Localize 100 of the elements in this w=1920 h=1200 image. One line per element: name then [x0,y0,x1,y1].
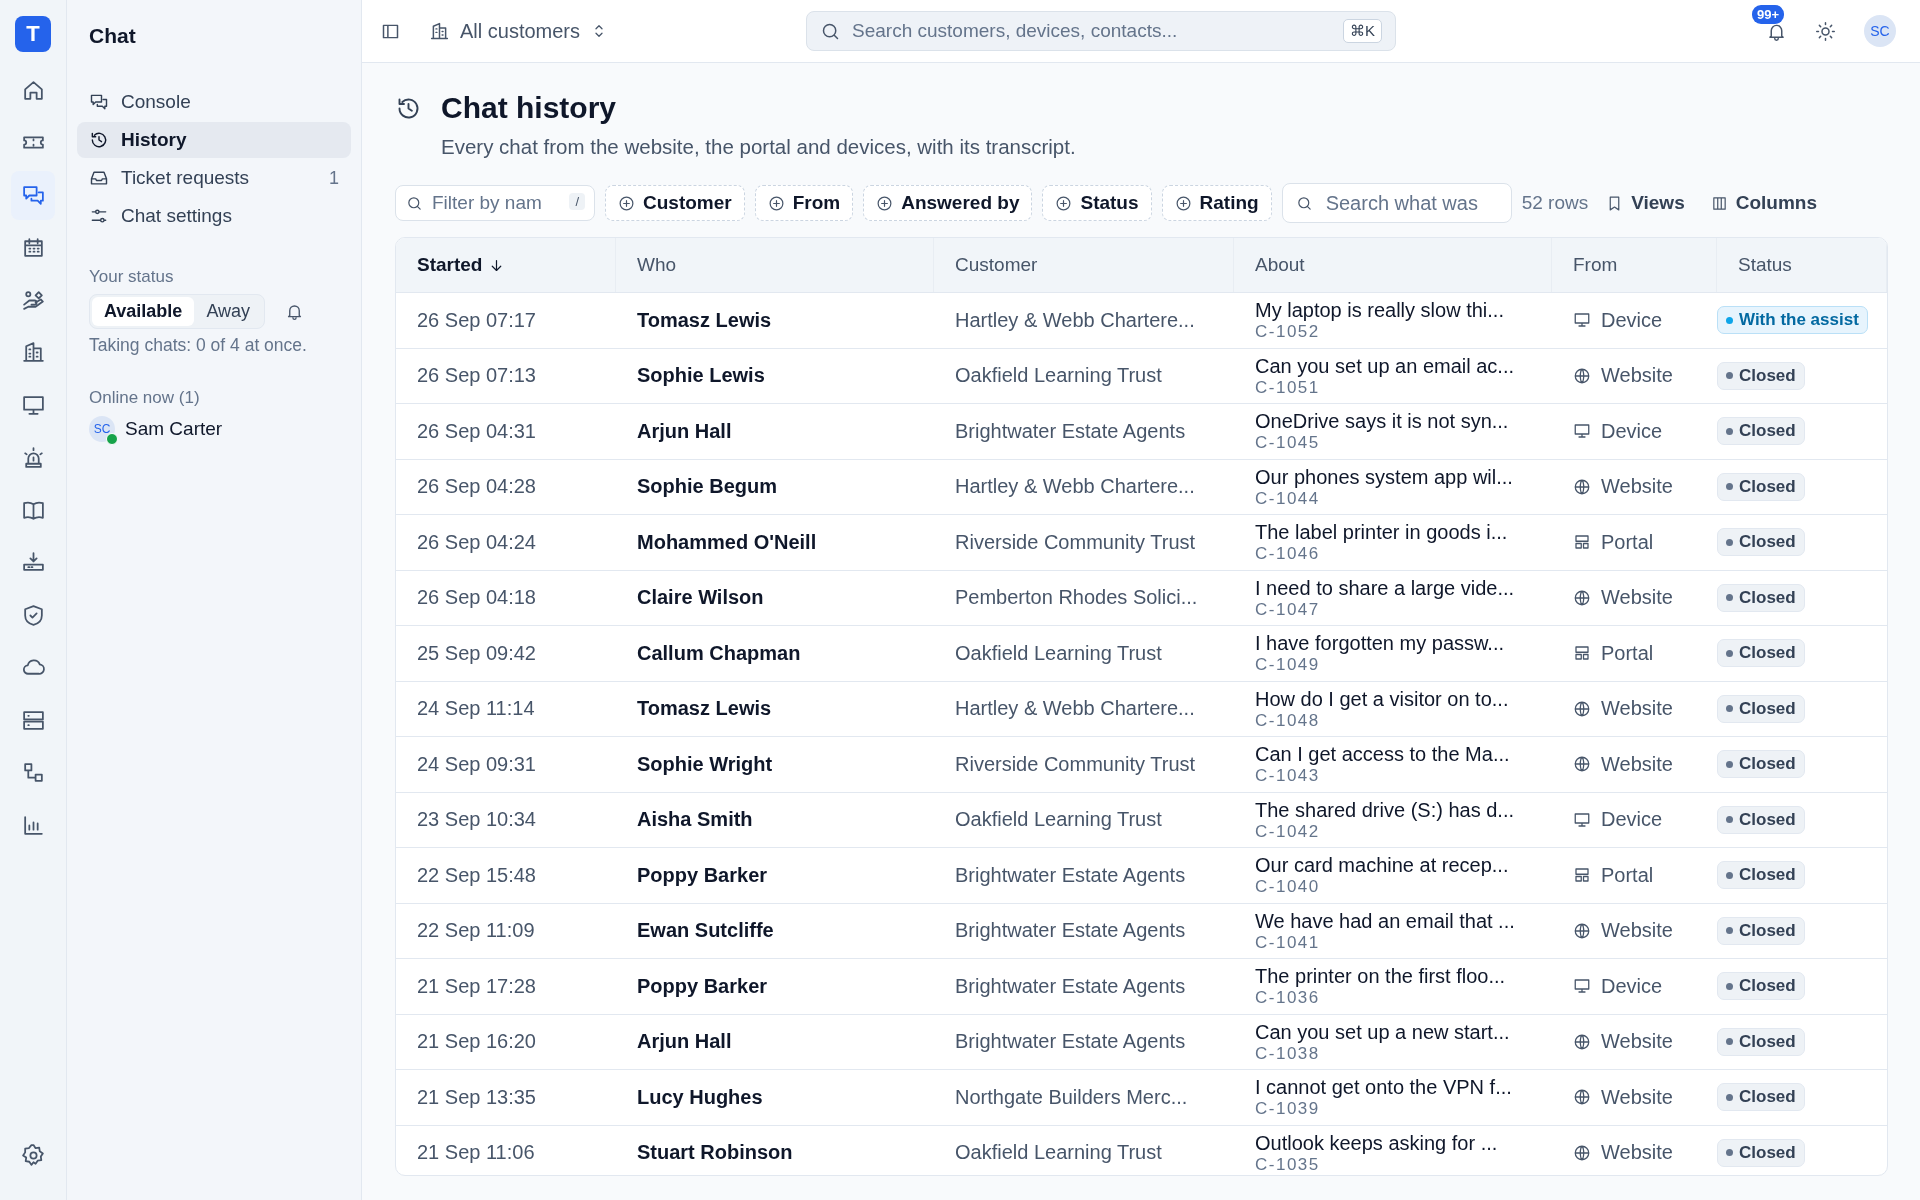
shortcut-key: ⌘K [1343,19,1383,43]
table-row[interactable]: 26 Sep 04:31 Arjun Hall Brightwater Estate Agents OneDrive says it is not syn... C-1045 Device Closed [396,404,1887,460]
chat-id: C-1047 [1255,599,1320,619]
table-cell-text: Hartley & Webb Chartere... [954,696,1196,722]
chat-id: C-1049 [1255,655,1320,675]
column-header[interactable]: Who [616,238,934,292]
table-row[interactable]: 22 Sep 11:09 Ewan Sutcliffe Brightwater Estate Agents We have had an email that ... C-1041 Website Closed [396,903,1887,959]
row-count: 52 rows [1521,192,1589,214]
sidebar-title: Chat [88,24,137,48]
source-label: Portal [1601,863,1654,887]
table-row[interactable]: 21 Sep 13:35 Lucy Hughes Northgate Builders Merc... I cannot get onto the VPN f... C-1039 Website Closed [396,1070,1887,1126]
chat-topic: Our card machine at recep... [1255,854,1509,878]
filter-chip[interactable]: Customer [605,185,745,221]
table-cell-text: 26 Sep 04:31 [416,418,537,444]
filter-chip[interactable]: Rating [1161,185,1272,221]
table-cell-text: Riverside Community Trust [954,751,1197,777]
user-avatar[interactable]: SC [1864,15,1896,47]
table-cell-text: 25 Sep 09:42 [416,640,537,666]
table-cell-text: Sophie Wright [636,751,774,777]
table-cell-text: 23 Sep 10:34 [416,807,537,833]
source-label: Website [1601,919,1673,943]
source-label: Device [1601,419,1663,443]
table-cell-text: Claire Wilson [636,585,765,611]
customer-scope-select[interactable]: All customers [423,18,615,44]
table-row[interactable]: 21 Sep 16:20 Arjun Hall Brightwater Estate Agents Can you set up a new start... C-1038 Website Closed [396,1014,1887,1070]
table-row[interactable]: 23 Sep 10:34 Aisha Smith Oakfield Learning Trust The shared drive (S:) has d... C-1042 Device Closed [396,792,1887,848]
sun-icon[interactable] [1815,20,1836,42]
source-label: Website [1601,752,1673,776]
table-cell-text: Lucy Hughes [636,1084,764,1110]
table-cell-text: Pemberton Rhodes Solici... [954,585,1199,611]
nav-icon [89,168,109,188]
table-cell-text: Riverside Community Trust [954,529,1197,555]
online-user[interactable]: SC Sam Carter [89,416,351,442]
source-label: Website [1601,1085,1673,1109]
source-label: Website [1601,1030,1673,1054]
chat-topic: I need to share a large vide... [1255,576,1515,600]
columns-button[interactable]: Columns [1702,192,1825,214]
notification-badge: 99+ [1752,4,1785,24]
columns-icon [1710,194,1728,212]
table-row[interactable]: 24 Sep 11:14 Tomasz Lewis Hartley & Webb Chartere... How do I get a visitor on to... C-1048 Website Closed [396,681,1887,737]
source-label: Website [1601,1141,1673,1165]
filter-chip[interactable]: Answered by [863,185,1033,221]
source-label: Device [1601,308,1663,332]
status-option[interactable]: Available [92,297,195,326]
chat-topic: The label printer in goods i... [1255,521,1508,545]
table-cell-text: Callum Chapman [636,640,802,666]
table-cell-text: Oakfield Learning Trust [954,807,1163,833]
table-cell-text: Sophie Begum [636,474,778,500]
table-row[interactable]: 26 Sep 04:24 Mohammed O'Neill Riverside Community Trust The label printer in goods i... C-1046 Portal Closed [396,515,1887,571]
filter-chip[interactable]: From [754,185,854,221]
column-header[interactable]: About [1234,238,1552,292]
table-row[interactable]: 22 Sep 15:48 Poppy Barker Brightwater Estate Agents Our card machine at recep... C-1040 Portal Closed [396,848,1887,904]
chat-id: C-1045 [1255,433,1320,453]
status-badge: Closed [1717,528,1805,557]
table-row[interactable]: 26 Sep 07:17 Tomasz Lewis Hartley & Webb Chartere... My laptop is really slow thi... C-1052 Device With the assist [396,293,1887,349]
table-cell-text: Oakfield Learning Trust [954,640,1163,666]
views-button[interactable]: Views [1598,192,1693,214]
table-row[interactable]: 26 Sep 07:13 Sophie Lewis Oakfield Learning Trust Can you set up an email ac... C-1051 Website Closed [396,348,1887,404]
status-badge: Closed [1717,861,1805,890]
app-logo[interactable]: T [15,16,51,52]
transcript-search-field[interactable]: Search what was [1281,183,1512,223]
sidebar-item[interactable]: Console [77,84,351,120]
item-count: 1 [329,167,339,189]
status-badge: Closed [1717,750,1805,779]
column-header[interactable]: Status [1717,238,1887,292]
chat-topic: The shared drive (S:) has d... [1255,798,1514,822]
column-header[interactable]: From [1552,238,1717,292]
table-row[interactable]: 26 Sep 04:18 Claire Wilson Pemberton Rhodes Solici... I need to share a large vide... C-1047 Website Closed [396,570,1887,626]
sidebar-item[interactable]: Chat settings [77,198,351,234]
table-row[interactable]: 24 Sep 09:31 Sophie Wright Riverside Community Trust Can I get access to the Ma... C-1043 Website Closed [396,737,1887,793]
nav-icon [89,130,109,150]
table-row[interactable]: 25 Sep 09:42 Callum Chapman Oakfield Learning Trust I have forgotten my passw... C-1049 Portal Closed [396,626,1887,682]
chat-id: C-1036 [1255,988,1320,1008]
chat-id: C-1051 [1255,377,1320,397]
column-header[interactable]: Started [396,238,616,292]
column-header[interactable]: Customer [934,238,1234,292]
table-row[interactable]: 21 Sep 17:28 Poppy Barker Brightwater Estate Agents The printer on the first floo... C-1036 Device Closed [396,959,1887,1015]
table-row[interactable]: 26 Sep 04:28 Sophie Begum Hartley & Webb Chartere... Our phones system app wil... C-1044 Website Closed [396,459,1887,515]
filter-chip[interactable]: Status [1042,185,1152,221]
table-cell-text: 26 Sep 07:13 [416,363,537,389]
table-cell-text: Stuart Robinson [636,1140,794,1166]
table-cell-text: Oakfield Learning Trust [954,363,1163,389]
source-label: Device [1601,808,1663,832]
chat-id: C-1040 [1255,877,1320,897]
table-cell-text: Tomasz Lewis [636,307,773,333]
nav-icon [89,92,109,112]
table-cell-text: Brightwater Estate Agents [954,973,1187,999]
section-label: Online now (1) [89,388,201,408]
sidebar-item[interactable]: History [77,122,351,158]
table-row[interactable]: 21 Sep 11:06 Stuart Robinson Oakfield Learning Trust Outlook keeps asking for ... C-1035 Website Closed [396,1125,1887,1175]
source-label: Device [1601,974,1663,998]
chat-icon[interactable] [11,171,55,220]
table-cell-text: 21 Sep 16:20 [416,1029,537,1055]
chat-topic: OneDrive says it is not syn... [1255,410,1509,434]
source-label: Portal [1601,641,1654,665]
table-cell-text: 26 Sep 04:28 [416,474,537,500]
status-option[interactable]: Away [194,297,263,326]
chat-id: C-1043 [1255,766,1320,786]
table-cell-text: Poppy Barker [636,973,769,999]
sidebar-item[interactable]: Ticket requests 1 [77,160,351,196]
